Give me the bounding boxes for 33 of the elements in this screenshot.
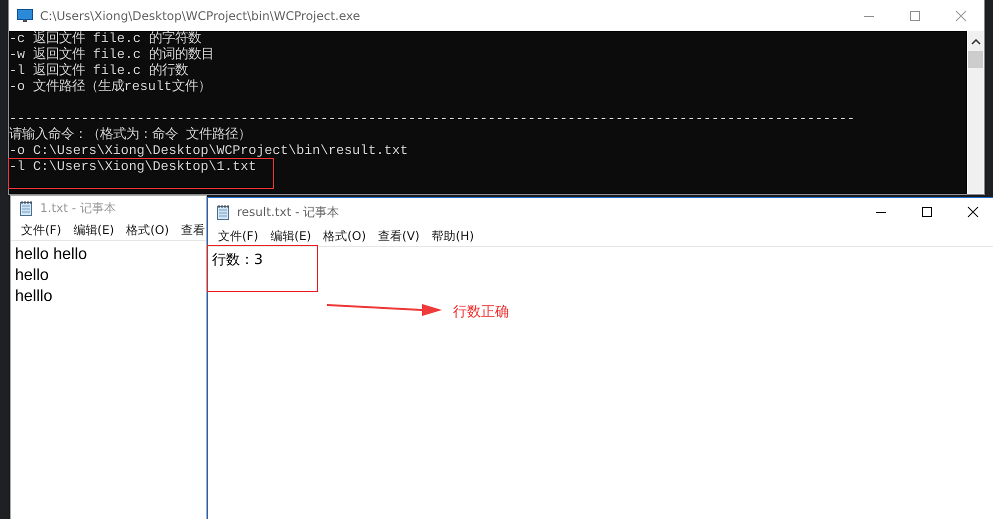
menu-item[interactable]: 帮助(H) <box>426 228 480 244</box>
menu-item[interactable]: 文件(F) <box>15 222 68 238</box>
console-line: -l 返回文件 file.c 的行数 <box>9 63 188 78</box>
menu-item[interactable]: 文件(F) <box>212 228 264 244</box>
menu-item[interactable]: 查看(V) <box>372 228 426 244</box>
menu-item[interactable]: 格式(O) <box>120 222 176 238</box>
text-line: hello hello <box>15 245 88 265</box>
menu-item[interactable]: 查看 <box>175 222 206 238</box>
close-button[interactable] <box>967 206 979 218</box>
console-line: -o 文件路径（生成result文件） <box>9 79 211 95</box>
console-line: 请输入命令：（格式为：命令 文件路径） <box>9 127 251 143</box>
annotation-text: 行数正确 <box>453 303 509 321</box>
window-title: result.txt - 记事本 <box>237 204 340 220</box>
window-title: C:\Users\Xiong\Desktop\WCProject\bin\WCProject.exe <box>40 8 360 22</box>
separator-line: ---------------------------------------------------------------------------------------------------------- <box>9 111 855 126</box>
console-line: -o C:\Users\Xiong\Desktop\WCProject\bin\result.txt <box>9 143 408 159</box>
console-line: -l C:\Users\Xiong\Desktop\1.txt <box>9 159 256 175</box>
notepad-icon <box>216 204 230 220</box>
text-line: helllo <box>15 287 52 307</box>
menu-item[interactable]: 编辑(E) <box>67 222 120 238</box>
text-line: hello <box>15 266 49 286</box>
menu-item[interactable]: 编辑(E) <box>264 228 318 244</box>
scroll-up-icon[interactable] <box>970 39 980 45</box>
monitor-icon <box>17 8 33 22</box>
maximize-button[interactable] <box>921 206 933 218</box>
notepad-icon <box>19 200 33 216</box>
menu-item[interactable]: 格式(O) <box>317 228 372 244</box>
window-title: 1.txt - 记事本 <box>40 200 116 216</box>
console-line: -w 返回文件 file.c 的词的数目 <box>9 47 214 62</box>
scrollbar-thumb[interactable] <box>968 51 983 68</box>
text-line: 行数：3 <box>212 251 263 270</box>
console-line: -c 返回文件 file.c 的字符数 <box>9 31 201 46</box>
scrollbar[interactable] <box>967 31 984 194</box>
